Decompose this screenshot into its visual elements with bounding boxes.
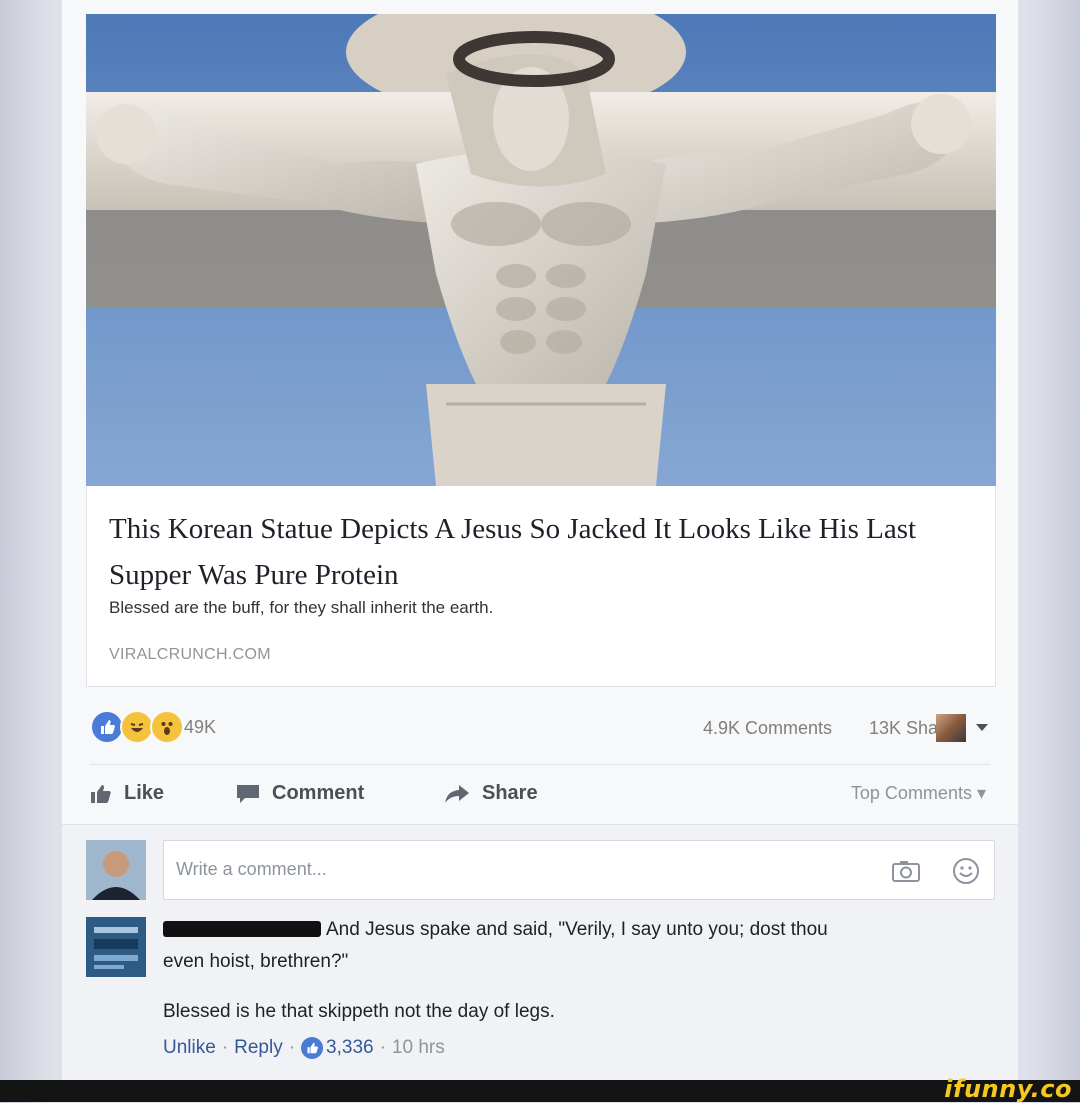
separator-dot: ·: [221, 1037, 229, 1058]
comment-label: Comment: [272, 782, 365, 804]
watermark-bar: [0, 1080, 1080, 1102]
link-preview[interactable]: This Korean Statue Depicts A Jesus So Ja…: [86, 486, 996, 687]
separator-dot: ·: [288, 1037, 296, 1058]
link-description: Blessed are the buff, for they shall inh…: [109, 598, 494, 617]
share-button[interactable]: Share: [444, 782, 538, 805]
comments-count[interactable]: 4.9K Comments: [703, 718, 832, 739]
link-title[interactable]: This Korean Statue Depicts A Jesus So Ja…: [109, 506, 969, 598]
thumbs-up-icon: [91, 784, 111, 803]
caret-down-icon: [976, 724, 988, 731]
page-avatar: [936, 714, 966, 742]
comment-input-placeholder: Write a comment...: [176, 859, 327, 879]
reply-link[interactable]: Reply: [234, 1037, 283, 1059]
emoji-icon[interactable]: [952, 857, 980, 890]
commenter-avatar[interactable]: [86, 917, 146, 977]
wow-reaction-icon: [150, 710, 184, 744]
comment-text-paragraph: Blessed is he that skippeth not the day …: [163, 1001, 555, 1022]
comment-like-icon: [301, 1037, 324, 1059]
comment-meta: Unlike · Reply · 3,336 · 10 hrs: [163, 1037, 445, 1059]
like-button[interactable]: Like: [90, 782, 164, 805]
link-domain: VIRALCRUNCH.COM: [109, 646, 271, 663]
reactions-count[interactable]: 49K: [184, 717, 216, 738]
divider: [90, 764, 990, 765]
share-as-selector[interactable]: [936, 714, 990, 742]
unlike-link[interactable]: Unlike: [163, 1037, 216, 1059]
post-stats: 49K 4.9K Comments 13K Shares: [90, 710, 990, 746]
current-user-avatar[interactable]: [86, 840, 146, 900]
share-arrow-icon: [445, 784, 469, 803]
post-actions: Like Comment Share Top Comments ▾: [90, 774, 990, 814]
comment-text-continued: even hoist, brethren?": [163, 951, 349, 972]
reaction-icons[interactable]: [90, 710, 184, 744]
like-label: Like: [124, 782, 165, 804]
separator-dot: ·: [379, 1037, 386, 1058]
like-reaction-icon: [90, 710, 124, 744]
comment-text: And Jesus spake and said, "Verily, I say…: [326, 919, 828, 940]
haha-reaction-icon: [120, 710, 154, 744]
ifunny-watermark: ifunny.co: [944, 1075, 1072, 1103]
share-label: Share: [482, 782, 538, 804]
statue-illustration: [86, 14, 996, 486]
comments-section: Write a comment... And Jesus spake and s…: [62, 825, 1018, 1080]
comment-button[interactable]: Comment: [236, 782, 364, 805]
comment-sort-dropdown[interactable]: Top Comments ▾: [851, 783, 986, 804]
comment-icon: [237, 784, 259, 803]
camera-icon[interactable]: [892, 860, 920, 887]
comment-input[interactable]: Write a comment...: [163, 840, 995, 900]
comment-timestamp[interactable]: 10 hrs: [392, 1037, 445, 1059]
statue-photo[interactable]: [86, 14, 996, 486]
comment-like-count[interactable]: 3,336: [326, 1037, 374, 1059]
redacted-commenter-name: [163, 921, 321, 937]
facebook-post-card: This Korean Statue Depicts A Jesus So Ja…: [62, 0, 1018, 1080]
